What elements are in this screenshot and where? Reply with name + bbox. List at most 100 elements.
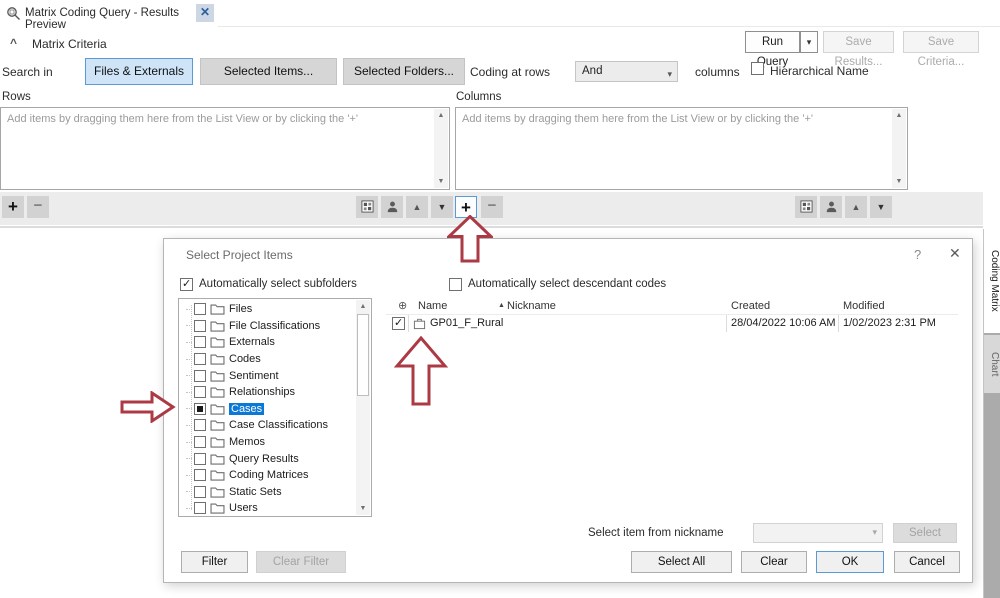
rows-placeholder: Add items by dragging them here from the… [7, 113, 358, 125]
cancel-button[interactable]: Cancel [894, 551, 960, 573]
tree-item-checkbox[interactable] [194, 303, 206, 315]
matrix-criteria-heading: Matrix Criteria [32, 37, 107, 51]
columns-word-label: columns [695, 65, 740, 79]
auto-subfolders-label: Automatically select subfolders [199, 278, 357, 290]
tree-item-sentiment[interactable]: Sentiment [179, 367, 355, 384]
table-row[interactable]: GP01_F_Rural28/04/2022 10:06 AM1/02/2023… [386, 315, 958, 332]
column-header-name[interactable]: Name [418, 300, 447, 312]
tab-coding-matrix[interactable]: Coding Matrix [984, 229, 1000, 333]
tree-item-checkbox[interactable] [194, 336, 206, 348]
tree-item-coding-matrices[interactable]: Coding Matrices [179, 467, 355, 484]
column-header-created[interactable]: Created [731, 300, 770, 312]
scroll-up-icon[interactable]: ▲ [434, 109, 448, 122]
folder-icon [210, 403, 225, 415]
tree-item-static-sets[interactable]: Static Sets [179, 484, 355, 501]
rows-panel-scrollbar[interactable]: ▲ ▼ [434, 109, 448, 188]
nickname-dropdown[interactable]: ▾ [753, 523, 883, 543]
columns-items-panel[interactable]: Add items by dragging them here from the… [455, 107, 908, 190]
select-all-button[interactable]: Select All [631, 551, 732, 573]
scope-selected-folders-button[interactable]: Selected Folders... [343, 58, 465, 85]
tree-guide-stub [186, 442, 192, 443]
coding-at-rows-label: Coding at rows [470, 65, 550, 79]
tab-matrix-coding-query[interactable]: Matrix Coding Query - Results Preview [0, 0, 218, 27]
tree-item-checkbox[interactable] [194, 419, 206, 431]
tab-chart[interactable]: Chart [984, 335, 1000, 393]
scope-selected-items-button[interactable]: Selected Items... [200, 58, 337, 85]
tree-item-checkbox[interactable] [194, 370, 206, 382]
tree-item-files[interactable]: Files [179, 301, 355, 318]
tree-guide-stub [186, 425, 192, 426]
run-query-dropdown-icon[interactable]: ▾ [800, 31, 818, 53]
dialog-close-icon[interactable]: ✕ [949, 245, 961, 262]
rows-remove-button[interactable]: − [27, 196, 49, 218]
rows-person-icon[interactable] [381, 196, 403, 218]
tree-item-case-classifications[interactable]: Case Classifications [179, 417, 355, 434]
rows-move-up-button[interactable]: ▲ [406, 196, 428, 218]
clear-button[interactable]: Clear [741, 551, 807, 573]
folder-icon [210, 486, 225, 498]
tree-item-checkbox[interactable] [194, 353, 206, 365]
tree-guide-stub [186, 491, 192, 492]
run-query-button[interactable]: Run Query [745, 31, 800, 53]
filter-button[interactable]: Filter [181, 551, 248, 573]
tree-item-checkbox[interactable] [194, 469, 206, 481]
clear-filter-button[interactable]: Clear Filter [256, 551, 346, 573]
tree-item-codes[interactable]: Codes [179, 351, 355, 368]
scroll-thumb[interactable] [357, 314, 369, 396]
tree-item-label: Query Results [229, 453, 299, 465]
tree-item-checkbox[interactable] [194, 453, 206, 465]
tab-close-icon[interactable]: ✕ [196, 4, 214, 22]
tree-item-checkbox[interactable] [194, 486, 206, 498]
tree-item-checkbox[interactable] [194, 403, 206, 415]
search-in-label: Search in [2, 65, 53, 79]
select-button[interactable]: Select [893, 523, 957, 543]
tree-scrollbar[interactable]: ▲ ▼ [356, 300, 370, 515]
auto-descendants-checkbox[interactable] [449, 278, 462, 291]
matrix-coding-query-window: Matrix Coding Query - Results Preview ✕ … [0, 0, 1000, 598]
tree-item-memos[interactable]: Memos [179, 434, 355, 451]
hierarchical-name-checkbox[interactable] [751, 62, 764, 75]
collapse-chevron-icon[interactable]: ^ [10, 36, 17, 50]
rows-add-button[interactable]: + [2, 196, 24, 218]
columns-matrix-icon[interactable] [795, 196, 817, 218]
tree-item-externals[interactable]: Externals [179, 334, 355, 351]
tree-item-checkbox[interactable] [194, 320, 206, 332]
operator-dropdown[interactable]: And ▾ [575, 61, 678, 82]
column-header-modified[interactable]: Modified [843, 300, 885, 312]
tree-item-users[interactable]: Users [179, 500, 355, 517]
scroll-down-icon[interactable]: ▼ [434, 175, 448, 188]
tree-item-file-classifications[interactable]: File Classifications [179, 318, 355, 335]
sort-ascending-icon: ▲ [498, 302, 505, 309]
folder-icon [210, 453, 225, 465]
row-created: 28/04/2022 10:06 AM [731, 317, 836, 329]
scroll-up-icon[interactable]: ▲ [356, 300, 370, 313]
scroll-down-icon[interactable]: ▼ [892, 175, 906, 188]
scope-files-externals-button[interactable]: Files & Externals [85, 58, 193, 85]
columns-move-up-button[interactable]: ▲ [845, 196, 867, 218]
help-icon[interactable]: ? [914, 247, 921, 262]
expand-all-icon[interactable]: ⊕ [398, 299, 407, 312]
columns-panel-scrollbar[interactable]: ▲ ▼ [892, 109, 906, 188]
save-criteria-button[interactable]: Save Criteria... [903, 31, 979, 53]
column-header-nickname[interactable]: Nickname [507, 300, 556, 312]
tree-item-checkbox[interactable] [194, 436, 206, 448]
save-results-button[interactable]: Save Results... [823, 31, 894, 53]
columns-move-down-button[interactable]: ▼ [870, 196, 892, 218]
columns-person-icon[interactable] [820, 196, 842, 218]
rows-items-panel[interactable]: Add items by dragging them here from the… [0, 107, 450, 190]
columns-remove-button[interactable]: − [481, 196, 503, 218]
auto-subfolders-checkbox[interactable] [180, 278, 193, 291]
tree-item-query-results[interactable]: Query Results [179, 450, 355, 467]
tree-item-cases[interactable]: Cases [179, 401, 355, 418]
row-checkbox[interactable] [392, 317, 405, 330]
columns-add-button[interactable]: + [455, 196, 477, 218]
tree-guide-stub [186, 325, 192, 326]
rows-move-down-button[interactable]: ▼ [431, 196, 453, 218]
tree-item-relationships[interactable]: Relationships [179, 384, 355, 401]
ok-button[interactable]: OK [816, 551, 884, 573]
scroll-up-icon[interactable]: ▲ [892, 109, 906, 122]
rows-matrix-icon[interactable] [356, 196, 378, 218]
tree-item-checkbox[interactable] [194, 386, 206, 398]
tree-item-checkbox[interactable] [194, 502, 206, 514]
scroll-down-icon[interactable]: ▼ [356, 502, 370, 515]
